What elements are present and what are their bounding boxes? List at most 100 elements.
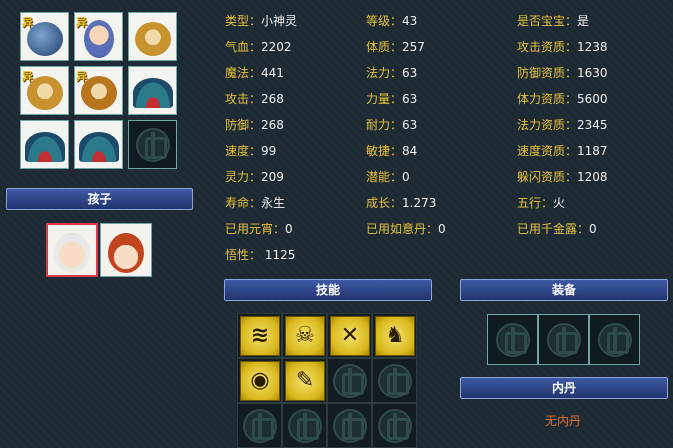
skill-slot-6[interactable]: ✎ [282, 358, 327, 403]
stat-row: 法力资质：2345 [517, 118, 608, 132]
stat-value: 1238 [577, 40, 608, 54]
meditation-skill-icon[interactable]: ♞ [375, 316, 415, 356]
stat-value: 441 [261, 66, 284, 80]
knot-pattern-icon [377, 408, 412, 443]
stat-row: 体力资质：5600 [517, 92, 608, 106]
stat-row: 速度：99 [225, 144, 276, 158]
child-slot-2[interactable] [100, 223, 152, 277]
stat-value: 268 [261, 92, 284, 106]
stat-label: 防御： [225, 118, 262, 132]
skills-header: 技能 [224, 279, 432, 301]
stat-label: 灵力： [225, 170, 262, 184]
stat-row: 防御资质：1630 [517, 66, 608, 80]
stat-value: 0 [589, 222, 597, 236]
skill-slot-7[interactable] [327, 358, 372, 403]
skill-slot-4[interactable]: ♞ [372, 313, 417, 358]
stat-row: 体质：257 [366, 40, 425, 54]
skill-glyph: ♞ [385, 323, 405, 348]
stat-value: 63 [402, 66, 418, 80]
knot-pattern-icon [546, 322, 581, 357]
skill-slot-9[interactable] [237, 403, 282, 448]
stat-value: 99 [261, 144, 277, 158]
scroll-skill-icon[interactable]: ✎ [285, 361, 325, 401]
child-slot-1[interactable] [46, 223, 98, 277]
stat-label: 躲闪资质： [517, 170, 578, 184]
stat-label: 已用如意丹： [366, 222, 439, 236]
skill-slot-11[interactable] [327, 403, 372, 448]
pet-slot-1[interactable]: 异 [20, 12, 69, 61]
claw-skill-icon[interactable]: ≋ [240, 316, 280, 356]
skill-glyph: ◉ [250, 368, 270, 393]
stat-label: 力量： [366, 92, 403, 106]
stat-row: 已用如意丹：0 [366, 222, 446, 236]
stat-label: 速度资质： [517, 144, 578, 158]
skill-slot-2[interactable]: ☠ [282, 313, 327, 358]
stat-value: 209 [261, 170, 284, 184]
equipment-slot-2[interactable] [538, 314, 589, 365]
pet-portrait [83, 19, 114, 58]
pet-slot-2[interactable]: 异 [74, 12, 123, 61]
stat-row: 五行：火 [517, 196, 565, 210]
stat-row: 灵力：209 [225, 170, 284, 184]
children-header: 孩子 [6, 188, 193, 210]
stat-label: 防御资质： [517, 66, 578, 80]
knot-pattern-icon [377, 363, 412, 398]
skeleton-skill-icon[interactable]: ☠ [285, 316, 325, 356]
skill-slot-8[interactable] [372, 358, 417, 403]
stat-value: 2202 [261, 40, 292, 54]
stat-label: 体力资质： [517, 92, 578, 106]
pet-portrait [24, 131, 65, 162]
stat-value: 63 [402, 92, 418, 106]
pet-slot-3[interactable] [128, 12, 177, 61]
stat-value: 257 [402, 40, 425, 54]
pet-portrait [134, 21, 171, 56]
girl-child-icon [108, 232, 144, 273]
pet-slot-7[interactable] [20, 120, 69, 169]
stat-value: 是 [577, 14, 590, 28]
equipment-slot-1[interactable] [487, 314, 538, 365]
stat-row: 躲闪资质：1208 [517, 170, 608, 184]
stat-row: 耐力：63 [366, 118, 417, 132]
pet-slot-4[interactable]: 异 [20, 66, 69, 115]
stat-row: 已用千金露：0 [517, 222, 597, 236]
stat-label: 已用千金露： [517, 222, 590, 236]
stat-label: 已用元宵： [225, 222, 286, 236]
pet-slot-5[interactable]: 异 [74, 66, 123, 115]
skill-slot-1[interactable]: ≋ [237, 313, 282, 358]
stat-value: 1125 [261, 248, 296, 262]
stat-value: 268 [261, 118, 284, 132]
neidan-empty-text: 无内丹 [545, 414, 582, 428]
blades-skill-icon[interactable]: ✕ [330, 316, 370, 356]
equipment-header: 装备 [460, 279, 668, 301]
stat-row: 已用元宵：0 [225, 222, 293, 236]
pet-slot-6[interactable] [128, 66, 177, 115]
skill-slot-3[interactable]: ✕ [327, 313, 372, 358]
variant-badge: 异 [76, 16, 87, 29]
knot-pattern-icon [597, 322, 632, 357]
stat-label: 五行： [517, 196, 554, 210]
stat-label: 是否宝宝： [517, 14, 578, 28]
skill-slot-5[interactable]: ◉ [237, 358, 282, 403]
skill-glyph: ✎ [295, 368, 315, 393]
knot-pattern-icon [332, 363, 367, 398]
stat-value: 2345 [577, 118, 608, 132]
pet-slot-8[interactable] [74, 120, 123, 169]
stat-label: 悟性： [225, 248, 262, 262]
skill-slot-10[interactable] [282, 403, 327, 448]
knot-pattern-icon [242, 408, 277, 443]
stat-row: 攻击：268 [225, 92, 284, 106]
stat-row: 法力：63 [366, 66, 417, 80]
stat-label: 攻击： [225, 92, 262, 106]
stat-label: 魔法： [225, 66, 262, 80]
eye-skill-icon[interactable]: ◉ [240, 361, 280, 401]
pet-slot-9[interactable] [128, 120, 177, 169]
skill-slot-12[interactable] [372, 403, 417, 448]
equipment-slot-3[interactable] [589, 314, 640, 365]
stat-label: 耐力： [366, 118, 403, 132]
knot-pattern-icon [287, 408, 322, 443]
stat-row: 悟性： 1125 [225, 248, 295, 262]
stat-row: 速度资质：1187 [517, 144, 608, 158]
stat-value: 43 [402, 14, 418, 28]
stat-value: 1630 [577, 66, 608, 80]
skill-glyph: ≋ [250, 323, 270, 348]
